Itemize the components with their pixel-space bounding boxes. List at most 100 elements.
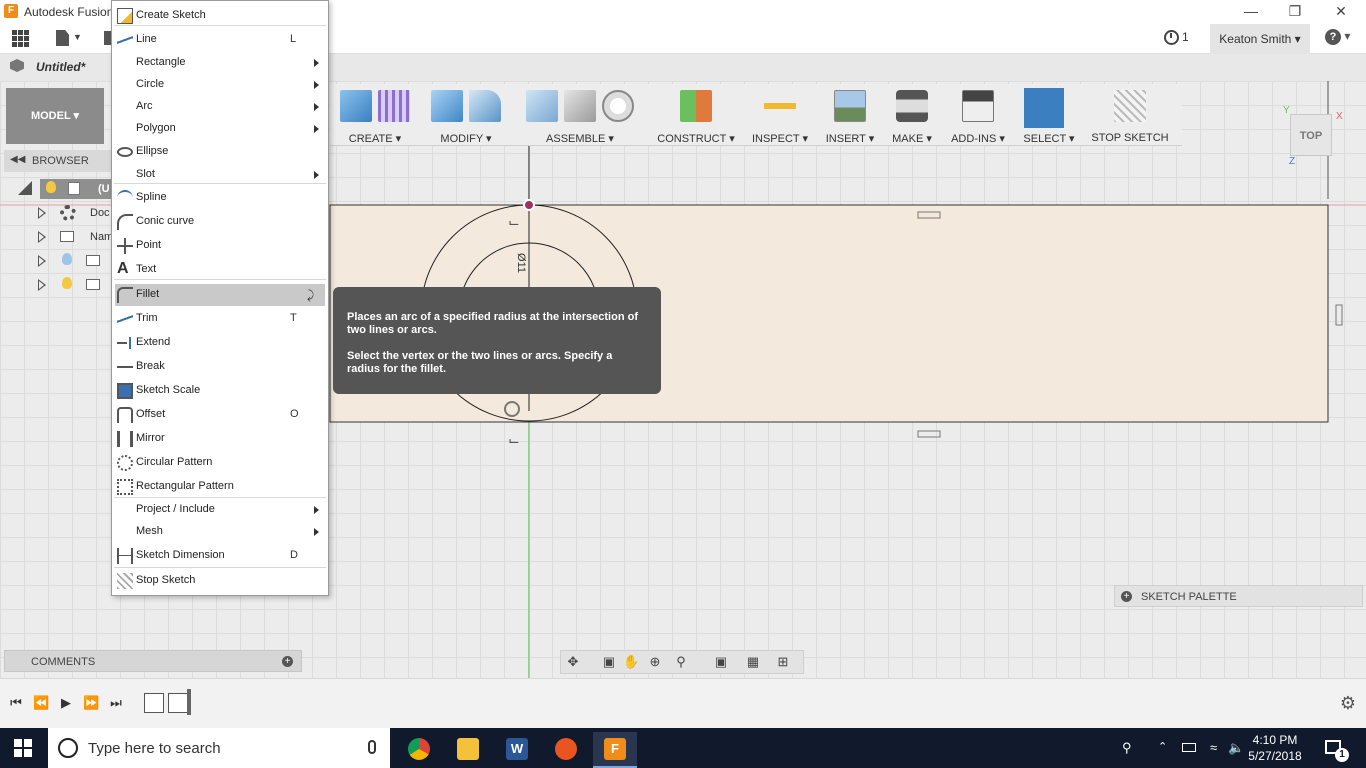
inspect-group-label[interactable]: INSPECT ▾ xyxy=(746,132,814,145)
start-button[interactable] xyxy=(14,739,32,757)
new-component-icon[interactable] xyxy=(526,90,558,122)
modify-group-label[interactable]: MODIFY ▾ xyxy=(426,132,506,145)
fusion-taskbar-button[interactable]: F xyxy=(593,732,637,768)
restore-button[interactable]: ❐ xyxy=(1280,2,1310,22)
fillet-tool-icon[interactable] xyxy=(469,90,501,122)
grid-settings-icon[interactable]: ▦ xyxy=(745,655,761,669)
form-icon[interactable] xyxy=(378,90,410,122)
scripts-icon[interactable] xyxy=(962,90,994,122)
browser-root-item[interactable]: (U xyxy=(0,178,112,200)
add-ins-group[interactable]: ADD-INS ▾ xyxy=(944,84,1012,146)
make-group-label[interactable]: MAKE ▾ xyxy=(886,132,938,145)
menu-item-trim[interactable]: Trim T xyxy=(112,308,328,330)
offset-plane-icon[interactable] xyxy=(680,90,712,122)
create-group-label[interactable]: CREATE ▾ xyxy=(330,132,420,145)
inspect-group[interactable]: INSPECT ▾ xyxy=(746,84,814,146)
stop-sketch-tool-icon[interactable] xyxy=(1114,90,1146,122)
timeline-marker[interactable] xyxy=(187,689,191,715)
orbit-icon[interactable]: ✥ xyxy=(565,655,581,669)
expand-down-icon[interactable] xyxy=(18,181,32,195)
menu-item-stop-sketch[interactable]: Stop Sketch xyxy=(112,570,328,592)
go-to-start-icon[interactable]: ⏮ xyxy=(8,695,24,711)
modify-group[interactable]: MODIFY ▾ xyxy=(426,84,506,146)
expand-plus-icon[interactable]: + xyxy=(1121,591,1132,602)
visibility-bulb-icon[interactable] xyxy=(46,181,56,193)
help-button[interactable]: ? ▾ xyxy=(1325,29,1355,49)
construct-group[interactable]: CONSTRUCT ▾ xyxy=(654,84,738,146)
menu-item-arc[interactable]: Arc xyxy=(112,96,328,118)
diameter-dimension[interactable]: Ø11 xyxy=(515,253,527,273)
menu-item-project-include[interactable]: Project / Include xyxy=(112,499,328,521)
menu-item-polygon[interactable]: Polygon xyxy=(112,118,328,140)
menu-item-break[interactable]: Break xyxy=(112,356,328,378)
construct-group-label[interactable]: CONSTRUCT ▾ xyxy=(654,132,738,145)
visibility-bulb-icon[interactable] xyxy=(62,277,72,289)
add-comment-icon[interactable]: + xyxy=(282,656,293,667)
menu-item-conic-curve[interactable]: Conic curve xyxy=(112,211,328,233)
measure-icon[interactable] xyxy=(764,90,796,122)
menu-item-offset[interactable]: Offset O xyxy=(112,404,328,426)
insert-group[interactable]: INSERT ▾ xyxy=(820,84,880,146)
timeline-sketch-item[interactable] xyxy=(168,693,188,713)
menu-item-circular-pattern[interactable]: Circular Pattern xyxy=(112,452,328,474)
stop-sketch-label[interactable]: STOP SKETCH xyxy=(1086,132,1174,144)
browser-panel-header[interactable]: ◀◀ BROWSER xyxy=(4,150,112,172)
display-settings-icon[interactable]: ▣ xyxy=(713,655,729,669)
select-icon[interactable] xyxy=(1024,88,1064,128)
step-back-icon[interactable]: ⏪ xyxy=(33,695,49,711)
people-icon[interactable]: ⚲ xyxy=(1122,740,1132,756)
word-taskbar-button[interactable]: W xyxy=(495,732,539,768)
visibility-bulb-icon[interactable] xyxy=(62,253,72,265)
timeline-settings-gear-icon[interactable]: ⚙ xyxy=(1340,693,1356,714)
browser-item-document-settings[interactable]: Doc xyxy=(0,202,112,224)
expand-icon[interactable] xyxy=(38,231,46,243)
file-icon[interactable] xyxy=(56,30,69,46)
menu-item-fillet[interactable]: Fillet ⤸ xyxy=(115,284,325,306)
fit-icon[interactable]: ⚲ xyxy=(673,655,689,669)
expand-icon[interactable] xyxy=(38,279,46,291)
tray-chevron-icon[interactable]: ⌃ xyxy=(1158,740,1167,753)
file-menu-caret-icon[interactable]: ▼ xyxy=(73,32,82,42)
user-account-button[interactable]: Keaton Smith ▾ xyxy=(1210,24,1310,54)
ubuntu-taskbar-button[interactable] xyxy=(544,732,588,768)
collapse-icon[interactable]: ◀◀ xyxy=(10,154,25,165)
volume-icon[interactable]: 🔈 xyxy=(1228,740,1244,756)
menu-item-circle[interactable]: Circle xyxy=(112,74,328,96)
joint-icon[interactable] xyxy=(564,90,596,122)
menu-item-sketch-dimension[interactable]: Sketch Dimension D xyxy=(112,545,328,567)
sketch-palette[interactable]: + SKETCH PALETTE xyxy=(1114,585,1363,607)
menu-item-text[interactable]: A Text xyxy=(112,259,328,281)
expand-icon[interactable] xyxy=(38,207,46,219)
taskbar-search[interactable]: Type here to search xyxy=(48,728,390,768)
menu-item-ellipse[interactable]: Ellipse xyxy=(112,141,328,163)
menu-item-mirror[interactable]: Mirror xyxy=(112,428,328,450)
select-group-label[interactable]: SELECT ▾ xyxy=(1020,132,1078,145)
extrude-icon[interactable] xyxy=(340,90,372,122)
workspace-switcher[interactable]: MODEL ▾ xyxy=(6,88,104,144)
play-icon[interactable]: ▶ xyxy=(58,695,74,711)
pan-hand-icon[interactable]: ✋ xyxy=(623,655,639,669)
select-group[interactable]: SELECT ▾ xyxy=(1020,84,1078,146)
menu-item-sketch-scale[interactable]: Sketch Scale xyxy=(112,380,328,402)
comments-panel[interactable]: COMMENTS + xyxy=(4,650,302,672)
menu-item-line[interactable]: Line L xyxy=(112,29,328,51)
motion-icon[interactable] xyxy=(602,90,634,122)
viewports-icon[interactable]: ⊞ xyxy=(775,655,791,669)
menu-item-create-sketch[interactable]: Create Sketch xyxy=(112,5,328,27)
menu-item-rectangular-pattern[interactable]: Rectangular Pattern xyxy=(112,476,328,498)
document-tab[interactable]: Untitled* xyxy=(36,60,85,74)
add-ins-group-label[interactable]: ADD-INS ▾ xyxy=(944,132,1012,145)
system-clock[interactable]: 4:10 PM 5/27/2018 xyxy=(1240,732,1310,764)
press-pull-icon[interactable] xyxy=(431,90,463,122)
chrome-taskbar-button[interactable] xyxy=(397,732,441,768)
insert-group-label[interactable]: INSERT ▾ xyxy=(820,132,880,145)
assemble-group-label[interactable]: ASSEMBLE ▾ xyxy=(516,132,644,145)
create-group[interactable]: CREATE ▾ xyxy=(330,84,420,146)
3d-print-icon[interactable] xyxy=(896,90,928,122)
close-button[interactable]: ✕ xyxy=(1326,2,1356,22)
make-group[interactable]: MAKE ▾ xyxy=(886,84,938,146)
menu-item-rectangle[interactable]: Rectangle xyxy=(112,52,328,74)
data-panel-grid-icon[interactable] xyxy=(12,30,30,48)
step-forward-icon[interactable]: ⏩ xyxy=(83,695,99,711)
minimize-button[interactable]: — xyxy=(1236,2,1266,22)
